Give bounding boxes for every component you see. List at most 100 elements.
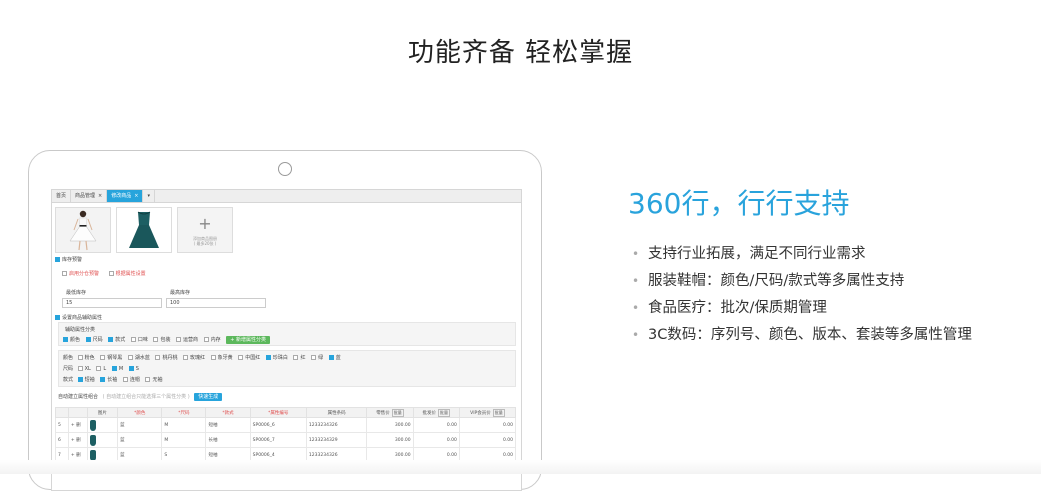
style-option[interactable]: 连帽: [122, 376, 140, 383]
product-image-white-dress[interactable]: [55, 207, 111, 253]
table-row[interactable]: 5 + 删 蓝 M 短袖 SP0006_6 1233234326 300.00 …: [55, 417, 517, 433]
checkbox[interactable]: [265, 355, 271, 360]
checkbox[interactable]: [96, 366, 102, 371]
table-row[interactable]: 6 + 删 蓝 M 长袖 SP0006_7 1233234329 300.00 …: [55, 432, 517, 448]
col-image: 图片: [86, 407, 119, 418]
checkbox[interactable]: [62, 271, 67, 276]
quick-generate-button[interactable]: 快速生成: [194, 393, 223, 401]
color-option[interactable]: 象牙黄: [210, 354, 233, 361]
min-stock-label: 最低库存: [66, 290, 87, 296]
col-wholesale: 批发价 批量: [412, 407, 460, 418]
checkbox[interactable]: [183, 355, 189, 360]
stock-warning-row[interactable]: 库存预警: [55, 256, 82, 263]
tab-more[interactable]: ▾: [143, 190, 155, 202]
checkbox[interactable]: [122, 377, 128, 382]
enable-warning-label: 启用分仓预警: [69, 271, 100, 277]
checkbox[interactable]: [130, 337, 136, 342]
category-size[interactable]: 尺码: [85, 336, 103, 343]
style-option[interactable]: 无袖: [145, 376, 162, 383]
batch-button[interactable]: 批量: [492, 408, 505, 417]
product-image-teal-dress[interactable]: [116, 207, 172, 253]
checkbox[interactable]: [127, 355, 133, 360]
category-style[interactable]: 款式: [108, 336, 125, 343]
checkbox[interactable]: [111, 366, 117, 371]
size-option[interactable]: L: [96, 366, 106, 372]
size-option[interactable]: S: [128, 366, 139, 372]
size-option[interactable]: M: [111, 366, 123, 372]
tablet-frame: 首页 商品管理 × 修改商品 × ▾ + 添加商品图册 (最多20张) 库存…: [28, 150, 542, 491]
color-option[interactable]: 钢琴黑: [100, 354, 122, 361]
checkbox[interactable]: [100, 355, 106, 360]
color-option[interactable]: 桃丹桃: [155, 354, 177, 361]
bullet-icon: •: [632, 328, 640, 342]
style-option[interactable]: 短袖: [77, 376, 95, 383]
checkbox[interactable]: [108, 337, 114, 342]
checkbox[interactable]: [55, 315, 60, 320]
color-option[interactable]: 粉色: [77, 354, 95, 361]
row-actions[interactable]: + 删: [67, 432, 88, 448]
style-option[interactable]: 长袖: [100, 376, 117, 383]
add-category-button[interactable]: + 新增属性分类: [226, 336, 271, 344]
checkbox[interactable]: [77, 377, 83, 382]
close-icon[interactable]: ×: [134, 193, 138, 199]
checkbox[interactable]: [210, 355, 216, 360]
style-label: 款式: [63, 377, 74, 383]
chevron-down-icon: ▾: [147, 193, 150, 199]
tab-home[interactable]: 首页: [52, 190, 72, 202]
color-option[interactable]: 绿: [311, 354, 323, 361]
checkbox[interactable]: [203, 337, 209, 342]
category-memory[interactable]: 内存: [203, 336, 221, 343]
checkbox[interactable]: [77, 366, 83, 371]
add-image-button[interactable]: + 添加商品图册 ( 最多20张 ): [177, 207, 233, 253]
tab-product-management[interactable]: 商品管理 ×: [71, 190, 108, 202]
checkbox[interactable]: [77, 355, 83, 360]
checkbox[interactable]: [293, 355, 299, 360]
color-option[interactable]: 玫瑰红: [183, 354, 205, 361]
category-options: 颜色 尺码 款式 口味 包装 运营商 内存 + 新增属性分类: [63, 336, 271, 344]
row-actions[interactable]: + 删: [67, 417, 88, 433]
tab-edit-product[interactable]: 修改商品 ×: [107, 190, 144, 202]
bullet-icon: •: [632, 247, 640, 261]
teal-dress-icon: [89, 434, 96, 446]
color-option[interactable]: 蓝: [328, 354, 341, 361]
max-stock-input[interactable]: 100: [166, 298, 266, 308]
checkbox[interactable]: [153, 337, 159, 342]
checkbox[interactable]: [85, 337, 91, 342]
category-package[interactable]: 包装: [153, 336, 170, 343]
batch-button[interactable]: 批量: [438, 408, 451, 417]
checkbox[interactable]: [155, 355, 161, 360]
auto-combo-hint: ( 自动建立组合只能选择三个属性分类 ): [102, 394, 190, 400]
checkbox[interactable]: [63, 337, 68, 342]
batch-button[interactable]: 批量: [391, 408, 404, 417]
list-item: • 支持行业拓展，满足不同行业需求: [632, 246, 866, 262]
product-images: + 添加商品图册 ( 最多20张 ): [52, 203, 521, 253]
checkbox[interactable]: [108, 271, 114, 276]
feature-subtitle: 360行，行行支持: [628, 187, 850, 220]
size-options: 尺码 XL L M S: [63, 365, 143, 372]
teal-dress-icon: [89, 419, 96, 431]
checkbox[interactable]: [55, 257, 60, 262]
checkbox[interactable]: [128, 366, 134, 371]
color-option[interactable]: 湖水蓝: [127, 354, 150, 361]
checkbox[interactable]: [145, 377, 151, 382]
size-option[interactable]: XL: [77, 366, 91, 372]
checkbox[interactable]: [238, 355, 244, 360]
attribute-values-panel: 颜色 粉色 钢琴黑 湖水蓝 桃丹桃 玫瑰红 象牙黄 中国红 珍珠白 红 绿 蓝 …: [58, 350, 516, 387]
color-options: 颜色 粉色 钢琴黑 湖水蓝 桃丹桃 玫瑰红 象牙黄 中国红 珍珠白 红 绿 蓝: [63, 354, 345, 361]
color-option[interactable]: 红: [293, 354, 306, 361]
col-color: *颜色: [117, 407, 163, 418]
min-stock-input[interactable]: 15: [62, 298, 162, 308]
checkbox[interactable]: [311, 355, 317, 360]
aux-attr-row[interactable]: 设置商品辅助属性: [55, 314, 102, 321]
col-retail: 零售价 批量: [366, 407, 414, 418]
category-carrier[interactable]: 运营商: [176, 336, 198, 343]
checkbox[interactable]: [176, 337, 182, 342]
close-icon[interactable]: ×: [98, 193, 102, 199]
color-option[interactable]: 珍珠白: [265, 354, 288, 361]
checkbox[interactable]: [100, 377, 106, 382]
category-color[interactable]: 颜色: [63, 336, 80, 343]
white-dress-icon: [56, 208, 110, 252]
checkbox[interactable]: [328, 355, 334, 360]
category-flavor[interactable]: 口味: [130, 336, 148, 343]
color-option[interactable]: 中国红: [238, 354, 260, 361]
